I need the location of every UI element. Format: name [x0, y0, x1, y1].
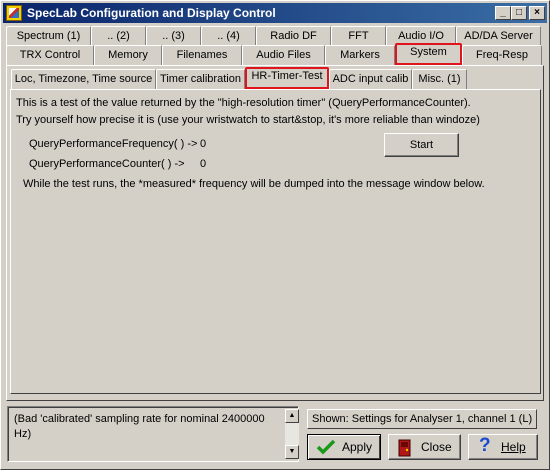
tab-fft[interactable]: FFT — [331, 26, 386, 46]
counter-label: QueryPerformanceCounter( ) -> — [29, 158, 185, 170]
title-bar[interactable]: SpecLab Configuration and Display Contro… — [3, 3, 547, 23]
tab-spectrum-2[interactable]: .. (2) — [91, 26, 146, 46]
frequency-value: 0 — [200, 138, 207, 150]
apply-label: Apply — [342, 440, 373, 454]
hr-timer-test-page — [10, 89, 541, 394]
checkmark-icon — [316, 439, 336, 455]
close-label: Close — [421, 440, 452, 454]
tab-trx-control[interactable]: TRX Control — [6, 45, 94, 65]
intro-text-line-1: This is a test of the value returned by … — [16, 97, 471, 109]
tab-system[interactable]: System — [395, 43, 462, 65]
message-window[interactable]: (Bad 'calibrated' sampling rate for nomi… — [7, 406, 299, 462]
tab-spectrum-4[interactable]: .. (4) — [201, 26, 256, 46]
counter-value: 0 — [200, 158, 207, 170]
help-label: Help — [501, 440, 526, 454]
door-exit-icon — [398, 439, 411, 457]
help-button[interactable]: ? Help — [468, 434, 538, 460]
tab-freq-resp[interactable]: Freq-Resp — [462, 45, 542, 65]
test-note: While the test runs, the *measured* freq… — [23, 178, 485, 190]
frequency-label: QueryPerformanceFrequency( ) -> — [29, 138, 198, 150]
tab-spectrum-3[interactable]: .. (3) — [146, 26, 201, 46]
window-title: SpecLab Configuration and Display Contro… — [27, 6, 276, 20]
config-window: SpecLab Configuration and Display Contro… — [0, 0, 550, 470]
maximize-button[interactable]: □ — [511, 6, 527, 20]
subtab-hr-timer-test[interactable]: HR-Timer-Test — [245, 67, 329, 89]
tab-memory[interactable]: Memory — [94, 45, 162, 65]
question-mark-icon: ? — [479, 435, 491, 456]
scroll-down-icon[interactable]: ▼ — [285, 445, 299, 459]
message-text: (Bad 'calibrated' sampling rate for nomi… — [14, 413, 265, 440]
app-icon — [6, 5, 22, 21]
start-button[interactable]: Start — [384, 133, 459, 157]
subtab-timer-calibration[interactable]: Timer calibration — [156, 69, 245, 89]
tab-adda-server[interactable]: AD/DA Server — [456, 26, 541, 46]
intro-text-line-2: Try yourself how precise it is (use your… — [16, 114, 480, 126]
tab-radio-df[interactable]: Radio DF — [256, 26, 331, 46]
close-button[interactable]: Close — [388, 434, 461, 460]
apply-button[interactable]: Apply — [307, 434, 381, 460]
subtab-misc-1[interactable]: Misc. (1) — [412, 69, 467, 89]
message-scrollbar[interactable]: ▲ ▼ — [285, 409, 299, 459]
tab-filenames[interactable]: Filenames — [162, 45, 242, 65]
minimize-button[interactable]: _ — [495, 6, 511, 20]
tab-spectrum-1[interactable]: Spectrum (1) — [6, 26, 91, 46]
subtab-adc-input-calib[interactable]: ADC input calib — [329, 69, 412, 89]
scroll-up-icon[interactable]: ▲ — [285, 409, 299, 423]
shown-settings-label: Shown: Settings for Analyser 1, channel … — [307, 409, 537, 429]
subtab-loc-timezone[interactable]: Loc, Timezone, Time source — [11, 69, 156, 89]
close-window-button[interactable]: × — [529, 6, 545, 20]
tab-audio-files[interactable]: Audio Files — [242, 45, 325, 65]
tab-markers[interactable]: Markers — [325, 45, 395, 65]
